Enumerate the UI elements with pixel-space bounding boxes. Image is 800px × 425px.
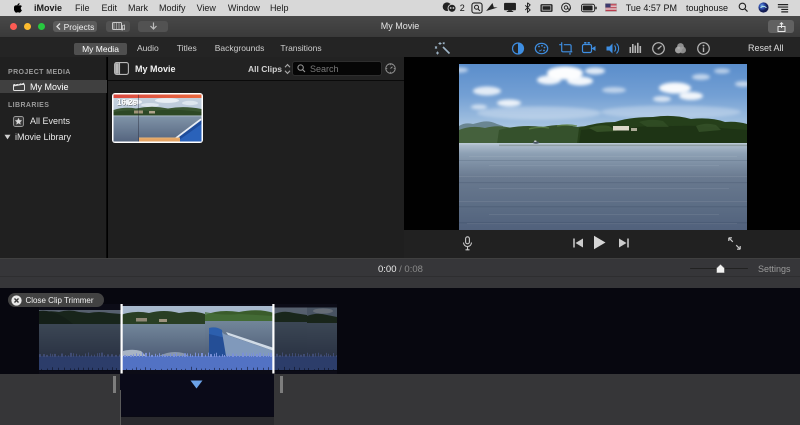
svg-text:16.2s: 16.2s (117, 98, 138, 107)
